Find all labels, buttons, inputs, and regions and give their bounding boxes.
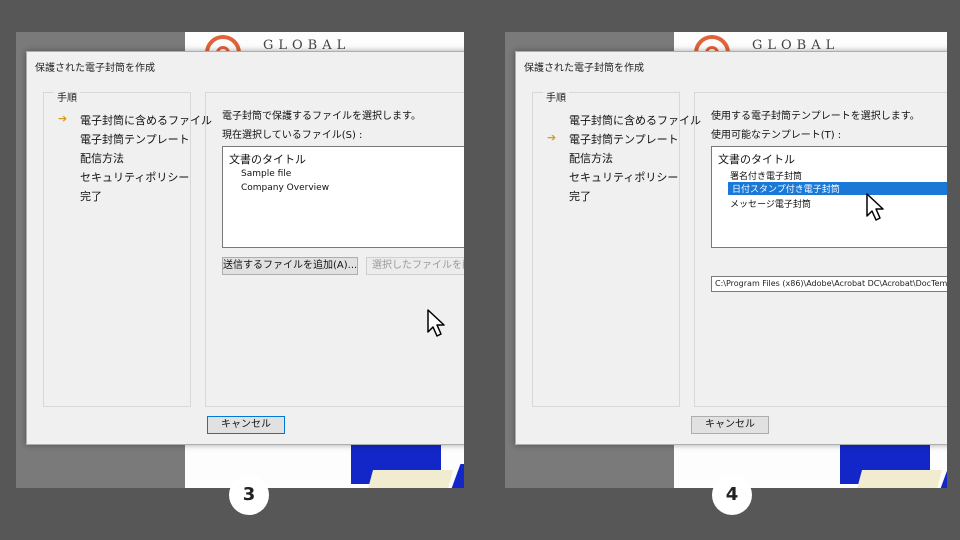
list-label: 現在選択しているファイル(S) : [222, 130, 363, 141]
template-list[interactable]: 文書のタイトル 署名付き電子封筒 日付スタンプ付き電子封筒 メッセージ電子封筒 [711, 146, 947, 248]
template-path-field[interactable]: C:\Program Files (x86)\Adobe\Acrobat DC\… [711, 276, 947, 292]
arrow-right-icon: ➔ [58, 112, 68, 125]
step-item: セキュリティポリシー [80, 171, 190, 184]
step-item: 電子封筒に含めるファイル [80, 114, 212, 127]
mouse-cursor-icon [427, 309, 445, 337]
list-heading: 文書のタイトル [229, 153, 306, 166]
list-item[interactable]: Sample file [241, 169, 291, 179]
list-label: 使用可能なテンプレート(T) : [711, 130, 842, 141]
list-item[interactable]: メッセージ電子封筒 [730, 197, 811, 210]
step-item: 配信方法 [80, 152, 124, 165]
step-item: 電子封筒に含めるファイル [569, 114, 701, 127]
step-item: 電子封筒テンプレート [569, 133, 679, 146]
step-item: 電子封筒テンプレート [80, 133, 190, 146]
list-heading: 文書のタイトル [718, 153, 795, 166]
content-group: 電子封筒で保護するファイルを選択します。 現在選択しているファイル(S) : 文… [205, 92, 464, 407]
cancel-button[interactable]: キャンセル [691, 416, 769, 434]
dialog-title: 保護された電子封筒を作成 [35, 63, 155, 74]
step-item: 配信方法 [569, 152, 613, 165]
file-list[interactable]: 文書のタイトル Sample file Company Overview [222, 146, 464, 248]
steps-group: 手順 ➔ 電子封筒に含めるファイル 電子封筒テンプレート 配信方法 セキュリティ… [43, 89, 212, 407]
steps-group: 手順 電子封筒に含めるファイル ➔ 電子封筒テンプレート 配信方法 セキュリティ… [532, 89, 701, 407]
steps-heading: 手順 [54, 89, 80, 104]
add-file-button[interactable]: 送信するファイルを追加(A)... [222, 257, 358, 275]
step-item: セキュリティポリシー [569, 171, 679, 184]
step-number-badge: 3 [229, 475, 269, 515]
steps-heading: 手順 [543, 89, 569, 104]
step-number-badge: 4 [712, 475, 752, 515]
arrow-right-icon: ➔ [547, 131, 557, 144]
step-item: 完了 [569, 190, 591, 203]
instruction-text: 使用する電子封筒テンプレートを選択します。 [711, 111, 920, 122]
decorative-shape [449, 464, 464, 488]
dialog-title: 保護された電子封筒を作成 [524, 63, 644, 74]
screenshot-panel-step-3: GLOBAL 保護された電子封筒を作成 手順 ➔ 電子封筒に含めるファイル 電子… [16, 32, 464, 488]
list-item[interactable]: Company Overview [241, 183, 329, 193]
list-item[interactable]: 署名付き電子封筒 [730, 169, 802, 182]
create-envelope-dialog: 保護された電子封筒を作成 手順 ➔ 電子封筒に含めるファイル 電子封筒テンプレー… [26, 51, 464, 445]
decorative-shape [853, 470, 943, 488]
content-group: 使用する電子封筒テンプレートを選択します。 使用可能なテンプレート(T) : 文… [694, 92, 947, 407]
list-item-selected[interactable]: 日付スタンプ付き電子封筒 [728, 182, 947, 195]
decorative-shape [364, 470, 454, 488]
remove-file-button[interactable]: 選択したファイルを削除 [366, 257, 464, 275]
mouse-cursor-icon [866, 193, 884, 221]
cancel-button[interactable]: キャンセル [207, 416, 285, 434]
instruction-text: 電子封筒で保護するファイルを選択します。 [222, 111, 421, 122]
screenshot-panel-step-4: GLOBAL 保護された電子封筒を作成 手順 電子封筒に含めるファイル ➔ 電子… [505, 32, 947, 488]
step-item: 完了 [80, 190, 102, 203]
create-envelope-dialog: 保護された電子封筒を作成 手順 電子封筒に含めるファイル ➔ 電子封筒テンプレー… [515, 51, 947, 445]
